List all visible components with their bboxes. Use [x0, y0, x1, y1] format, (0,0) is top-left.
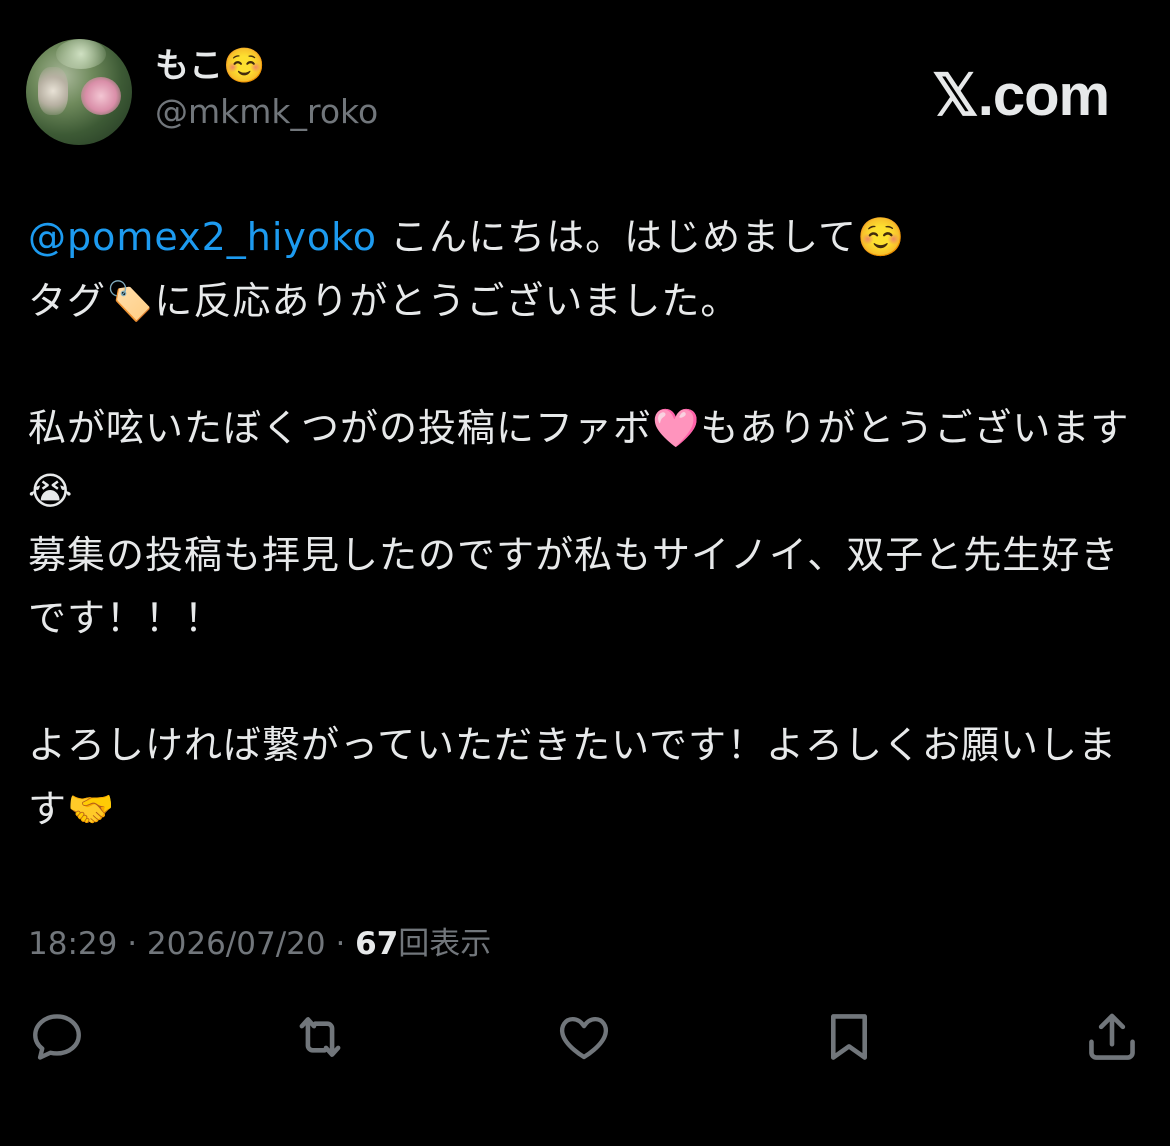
heart-icon — [559, 1016, 609, 1060]
avatar-image-foliage — [56, 39, 106, 69]
tweet-line-thanks: タグ🏷️に反応ありがとうございました。 — [28, 278, 740, 323]
tweet-paragraph-fav: 私が呟いたぼくつがの投稿にファボ🩷もありがとうございます😭 — [28, 405, 1130, 514]
avatar[interactable] — [26, 39, 132, 145]
greeting-text: こんにちは。はじめまして☺️ — [377, 215, 906, 259]
bookmark-button[interactable] — [817, 1005, 881, 1069]
repost-arrows-icon — [299, 1017, 341, 1057]
x-com-logo: 𝕏.com — [932, 63, 1110, 128]
tweet-line-greeting: @pomex2_hiyoko こんにちは。はじめまして☺️ — [28, 206, 1143, 270]
tweet-date[interactable]: 2026/07/20 — [147, 926, 326, 962]
tweet-meta: 18:29 · 2026/07/20 · 67回表示 — [28, 922, 491, 966]
user-handle[interactable]: @mkmk_roko — [155, 92, 378, 132]
display-name[interactable]: もこ☺️ — [155, 44, 265, 88]
share-button[interactable] — [1080, 1005, 1144, 1069]
meta-separator: · — [117, 926, 147, 962]
share-upload-icon — [1089, 1013, 1135, 1060]
tweet-paragraph-request: よろしければ繋がっていただきたいです！よろしくお願いします🤝 — [28, 723, 1117, 831]
tweet-time[interactable]: 18:29 — [28, 926, 117, 962]
avatar-image-flower — [81, 77, 121, 115]
speech-bubble-icon — [33, 1014, 81, 1060]
reply-button[interactable] — [25, 1005, 89, 1069]
like-button[interactable] — [552, 1005, 616, 1069]
meta-separator: · — [325, 926, 356, 962]
tweet-paragraph-recruit: 募集の投稿も拝見したのですが私もサイノイ、双子と先生好きです！！！ — [28, 532, 1120, 641]
tweet-text: @pomex2_hiyoko こんにちは。はじめまして☺️ タグ🏷️に反応ありが… — [28, 206, 1143, 841]
mention-link[interactable]: @pomex2_hiyoko — [28, 215, 377, 259]
views-label: 回表示 — [398, 926, 492, 962]
repost-button[interactable] — [288, 1005, 352, 1069]
avatar-image-figure — [38, 67, 68, 115]
bookmark-icon — [830, 1014, 868, 1060]
views-count: 67 — [355, 926, 399, 962]
